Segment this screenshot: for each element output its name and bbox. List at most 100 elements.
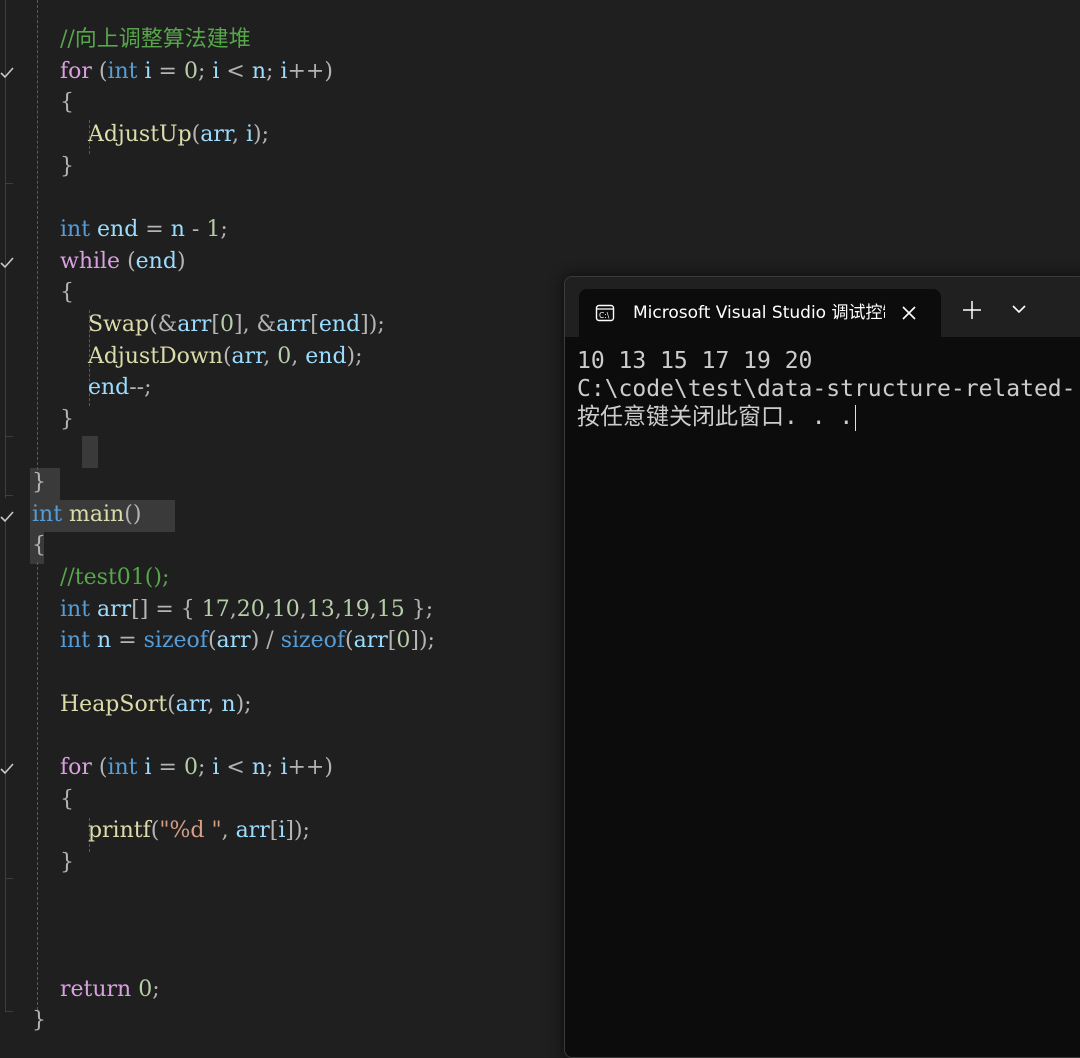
code-token: }: [32, 406, 74, 432]
empty-line-highlight: [82, 436, 98, 468]
code-token: -: [184, 216, 207, 242]
code-token: 0: [396, 628, 411, 654]
code-line[interactable]: int arr[] = { 17,20,10,13,19,15 };: [32, 594, 433, 626]
code-token: (: [207, 628, 217, 654]
code-line[interactable]: AdjustDown(arr, 0, end);: [32, 341, 363, 373]
code-token: (: [191, 121, 201, 147]
code-token: (: [91, 754, 108, 780]
text-cursor: [855, 404, 857, 431]
code-token: sizeof: [280, 628, 346, 654]
collapse-region-icon[interactable]: [0, 66, 14, 80]
terminal-tab[interactable]: C:\ Microsoft Visual Studio 调试控制台: [579, 289, 941, 337]
fold-end-marker: [5, 878, 13, 879]
code-token: 19: [341, 596, 370, 622]
collapse-region-icon[interactable]: [0, 510, 14, 524]
code-line[interactable]: while (end): [32, 246, 186, 278]
code-line[interactable]: {: [32, 784, 74, 816]
code-token: ]);: [410, 628, 435, 654]
code-line[interactable]: printf("%d ", arr[i]);: [32, 815, 310, 847]
collapse-region-icon[interactable]: [0, 762, 14, 776]
code-token: for: [59, 58, 92, 84]
debug-console-window[interactable]: C:\ Microsoft Visual Studio 调试控制台 10 13 …: [564, 276, 1080, 1058]
code-token: =: [151, 754, 184, 780]
code-token: arr: [231, 343, 264, 369]
code-line[interactable]: {: [32, 277, 74, 309]
terminal-tab-title: Microsoft Visual Studio 调试控制台: [633, 303, 885, 323]
code-line[interactable]: //向上调整算法建堆: [32, 24, 251, 56]
code-token: int: [107, 58, 138, 84]
code-token: n: [251, 754, 267, 780]
code-token: int: [59, 216, 91, 242]
code-line[interactable]: for (int i = 0; i < n; i++): [32, 56, 333, 88]
code-token: {: [32, 280, 74, 306]
code-token: //向上调整算法建堆: [59, 27, 251, 52]
code-token: (&: [149, 311, 178, 337]
collapse-region-icon[interactable]: [0, 256, 14, 270]
code-line[interactable]: }: [32, 467, 46, 499]
code-line[interactable]: int main(): [32, 499, 141, 531]
code-token: 0: [138, 976, 153, 1002]
code-token: end: [97, 216, 139, 242]
press-key-text: 按任意键关闭此窗口. . .: [577, 404, 854, 430]
code-token: ;: [220, 216, 228, 242]
code-line[interactable]: {: [32, 530, 46, 562]
exit-path-line: C:\code\test\data-structure-related-: [577, 376, 1076, 402]
plus-icon[interactable]: [961, 299, 983, 321]
code-line[interactable]: {: [32, 87, 74, 119]
terminal-output[interactable]: 10 13 15 17 19 20 C:\code\test\data-stru…: [577, 347, 1080, 431]
code-token: ], &: [233, 311, 277, 337]
code-line[interactable]: }: [32, 151, 74, 183]
code-token: );: [235, 691, 252, 717]
code-token: arr: [200, 121, 232, 147]
code-token: arr: [177, 311, 212, 337]
code-token: {: [32, 533, 46, 559]
code-line[interactable]: int n = sizeof(arr) / sizeof(arr[0]);: [32, 625, 435, 657]
code-token: }: [32, 470, 46, 496]
fold-end-marker: [5, 183, 13, 184]
close-icon[interactable]: [897, 301, 921, 325]
code-token: end: [305, 343, 347, 369]
code-line[interactable]: }: [32, 847, 74, 879]
code-line[interactable]: Swap(&arr[0], &arr[end]);: [32, 309, 385, 341]
code-line[interactable]: AdjustUp(arr, i);: [32, 119, 269, 151]
code-token: [] = {: [131, 596, 202, 622]
code-token: ]);: [360, 311, 385, 337]
code-token: 0: [183, 58, 198, 84]
code-token: arr: [353, 628, 388, 654]
code-token: end: [318, 311, 361, 337]
code-token: for: [59, 754, 92, 780]
code-token: i: [144, 754, 152, 780]
code-token: [: [211, 311, 220, 337]
code-line[interactable]: return 0;: [32, 974, 160, 1006]
code-line[interactable]: HeapSort(arr, n);: [32, 689, 252, 721]
code-line[interactable]: int end = n - 1;: [32, 214, 228, 246]
code-line[interactable]: }: [32, 1005, 46, 1037]
code-token: (: [222, 343, 232, 369]
code-token: //test01();: [59, 565, 170, 591]
code-token: 15: [376, 596, 405, 622]
code-token: 1: [206, 216, 221, 242]
code-token: (: [345, 628, 354, 654]
code-line[interactable]: end--;: [32, 372, 152, 404]
code-line[interactable]: //test01();: [32, 562, 169, 594]
code-line[interactable]: }: [32, 404, 74, 436]
code-token: {: [32, 90, 74, 116]
code-line[interactable]: for (int i = 0; i < n; i++): [32, 752, 333, 784]
press-key-prompt: 按任意键关闭此窗口. . .: [577, 403, 1080, 431]
code-token: 0: [277, 343, 292, 369]
code-token: end: [135, 248, 177, 274]
code-token: ;: [197, 754, 213, 780]
code-token: --;: [129, 375, 152, 401]
chevron-down-icon[interactable]: [1011, 303, 1027, 315]
svg-text:C:\: C:\: [599, 311, 610, 320]
code-token: 0: [183, 754, 198, 780]
